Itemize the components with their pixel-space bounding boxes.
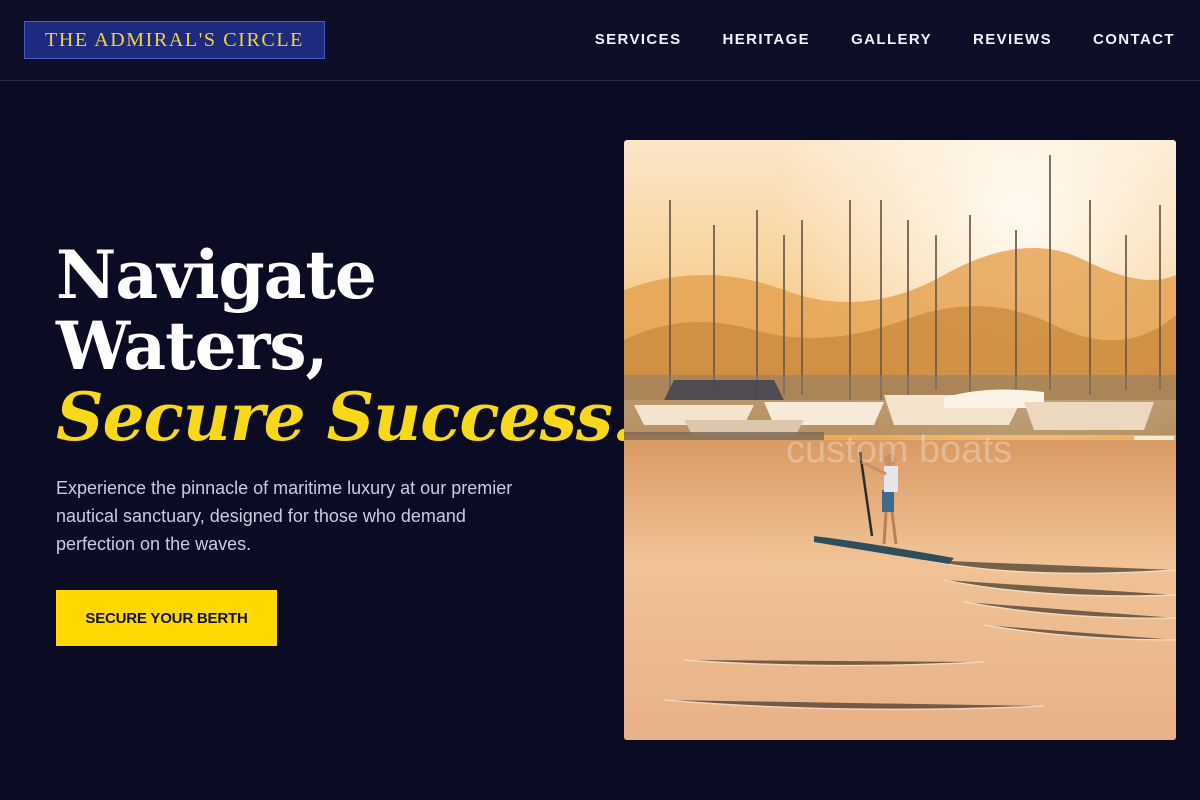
marina-illustration: custom boats [624,140,1176,740]
nav-link-gallery[interactable]: GALLERY [851,31,932,48]
nav-link-contact[interactable]: CONTACT [1093,31,1175,48]
secure-berth-button[interactable]: SECURE YOUR BERTH [56,590,277,646]
hero-title-line-2: Waters, [56,307,329,385]
hero-marina-photo: custom boats [624,140,1176,740]
nav-link-reviews[interactable]: REVIEWS [973,31,1052,48]
hero-subtitle: Experience the pinnacle of maritime luxu… [56,478,513,554]
hero-title-accent: Secure Success. [56,378,635,456]
hero-title: Navigate Waters, Secure Success. [56,236,635,456]
brand-logo[interactable]: THE ADMIRAL'S CIRCLE [24,21,325,59]
top-navbar: THE ADMIRAL'S CIRCLE SERVICES HERITAGE G… [0,0,1200,81]
nav-link-heritage[interactable]: HERITAGE [722,31,810,48]
hero-title-line-1: Navigate [56,236,377,314]
photo-watermark: custom boats [786,429,1012,471]
nav-link-services[interactable]: SERVICES [595,31,682,48]
main-nav: SERVICES HERITAGE GALLERY REVIEWS CONTAC… [595,29,1175,49]
